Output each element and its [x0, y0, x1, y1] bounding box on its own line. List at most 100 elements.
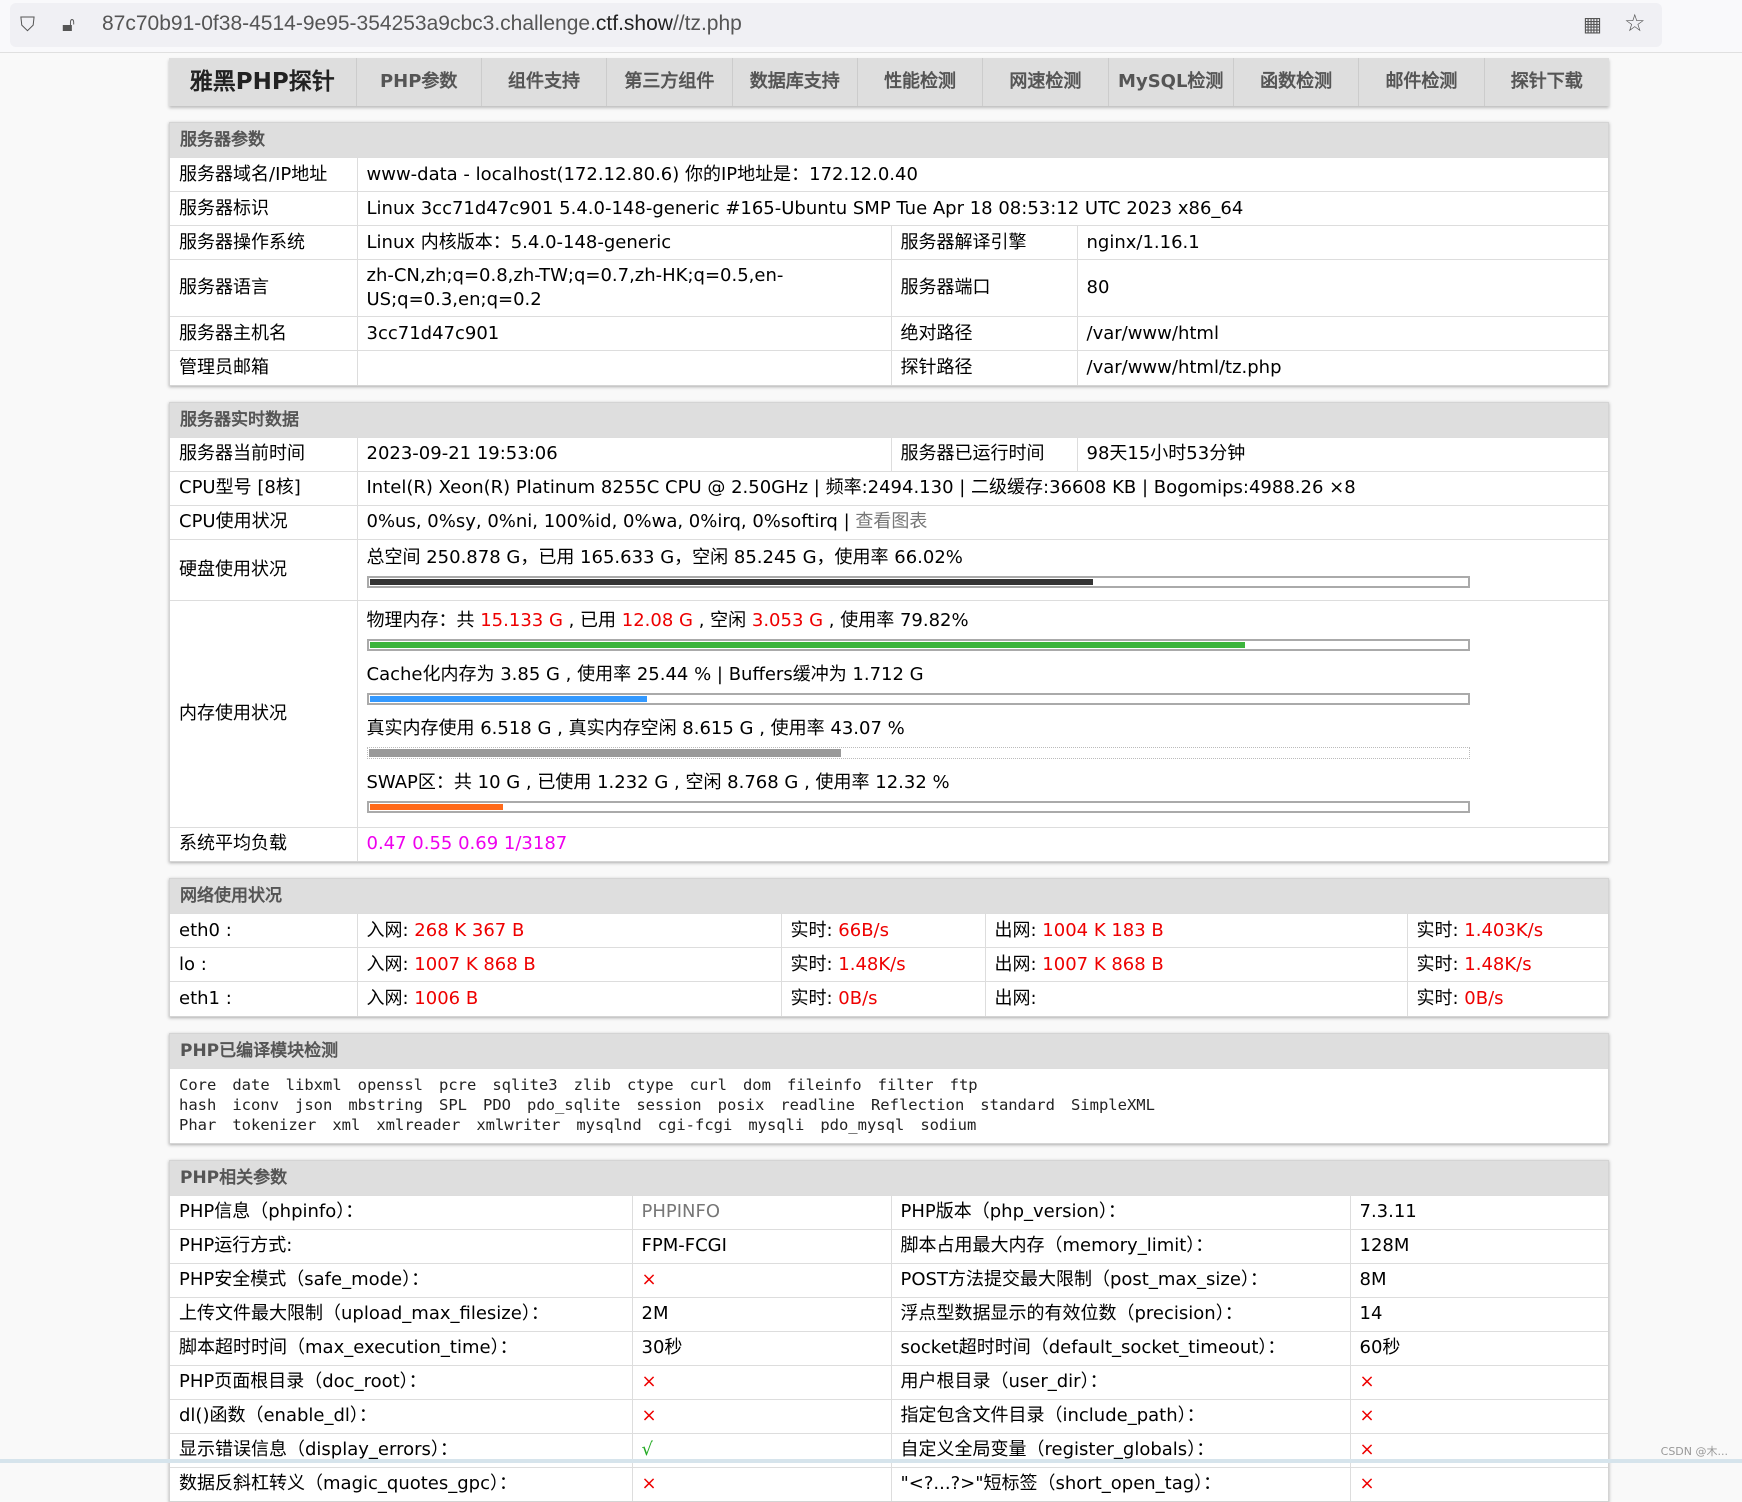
nav-item[interactable]: 网速检测 — [983, 58, 1108, 106]
module-name: libxml — [286, 1076, 342, 1094]
module-name: ctype — [627, 1076, 674, 1094]
nav-item[interactable]: 邮件检测 — [1359, 58, 1484, 106]
brand-logo[interactable]: 雅黑PHP探针 — [169, 58, 357, 106]
bookmark-star-icon[interactable]: ☆ — [1624, 9, 1646, 37]
swap-progress-fill — [370, 804, 503, 810]
table-row: PHP安全模式（safe_mode）：×POST方法提交最大限制（post_ma… — [170, 1263, 1608, 1297]
module-name: dom — [743, 1076, 771, 1094]
module-name: mysqli — [748, 1116, 804, 1134]
label: CPU使用状况 — [170, 505, 357, 539]
nav-item[interactable]: 函数检测 — [1234, 58, 1359, 106]
memory-progress-bar — [367, 639, 1470, 651]
table-row: 服务器语言zh-CN,zh;q=0.8,zh-TW;q=0.7,zh-HK;q=… — [170, 260, 1608, 317]
server-params-section: 服务器参数 服务器域名/IP地址www-data - localhost(172… — [169, 122, 1609, 386]
module-name: pcre — [439, 1076, 476, 1094]
label: 脚本占用最大内存（memory_limit）： — [891, 1229, 1350, 1263]
net-in_rt: 实时: 0B/s — [781, 982, 985, 1016]
label: 出网: — [995, 954, 1043, 975]
nav-item[interactable]: PHP参数 — [357, 58, 482, 106]
module-name: pdo_mysql — [820, 1116, 904, 1134]
table-row: CPU型号 [8核]Intel(R) Xeon(R) Platinum 8255… — [170, 471, 1608, 505]
label: 管理员邮箱 — [170, 351, 357, 385]
value: 1.48K/s — [838, 954, 905, 975]
table-row: lo :入网: 1007 K 868 B 实时: 1.48K/s 出网: 1007 … — [170, 948, 1608, 982]
module-line: Phartokenizerxmlxmlreaderxmlwritermysqln… — [179, 1115, 1599, 1135]
label: PHP版本（php_version）： — [891, 1195, 1350, 1229]
module-name: xmlwriter — [476, 1116, 560, 1134]
value: × — [632, 1365, 891, 1399]
label: PHP信息（phpinfo）： — [170, 1195, 632, 1229]
net-out_rt: 实时: 1.403K/s — [1407, 914, 1608, 948]
value — [357, 351, 891, 385]
label: 服务器操作系统 — [170, 226, 357, 260]
module-name: readline — [780, 1096, 855, 1114]
real-memory-text: 真实内存使用 6.518 G , 真实内存空闲 8.615 G , 使用率 43… — [367, 717, 1600, 741]
disk-usage: 总空间 250.878 G，已用 165.633 G，空闲 85.245 G，使… — [357, 539, 1608, 600]
module-name: curl — [690, 1076, 727, 1094]
value: 1007 K 868 B — [414, 954, 535, 975]
value: /var/www/html/tz.php — [1077, 351, 1608, 385]
table-row: PHP运行方式:FPM-FCGI脚本占用最大内存（memory_limit）：1… — [170, 1229, 1608, 1263]
table-row: PHP信息（phpinfo）：PHPINFOPHP版本（php_version）… — [170, 1195, 1608, 1229]
interface-name: lo : — [170, 948, 357, 982]
table-row: 上传文件最大限制（upload_max_filesize）：2M浮点型数据显示的… — [170, 1297, 1608, 1331]
module-name: xml — [332, 1116, 360, 1134]
module-name: PDO — [483, 1096, 511, 1114]
nav-item[interactable]: 探针下载 — [1485, 58, 1609, 106]
value: 60秒 — [1350, 1331, 1608, 1365]
module-name: session — [636, 1096, 701, 1114]
label: dl()函数（enable_dl）： — [170, 1399, 632, 1433]
label: 服务器语言 — [170, 260, 357, 317]
value: 30秒 — [632, 1331, 891, 1365]
insecure-lock-icon[interactable]: 🔓︎ — [62, 12, 75, 36]
physical-memory-text: 物理内存：共 15.133 G , 已用 12.08 G , 空闲 3.053 … — [367, 609, 1600, 633]
memory-progress-fill — [370, 642, 1245, 648]
value: 0B/s — [1464, 988, 1503, 1009]
value: nginx/1.16.1 — [1077, 226, 1608, 260]
value: www-data - localhost(172.12.80.6) 你的IP地址… — [357, 158, 1608, 192]
value: Linux 内核版本：5.4.0-148-generic — [357, 226, 891, 260]
module-name: sodium — [920, 1116, 976, 1134]
nav-item[interactable]: 性能检测 — [858, 58, 983, 106]
value[interactable]: PHPINFO — [632, 1195, 891, 1229]
load-average: 0.47 0.55 0.69 1/3187 — [357, 827, 1608, 861]
shield-icon[interactable]: ⛉ — [20, 12, 35, 36]
label: 实时: — [791, 954, 839, 975]
url-text[interactable]: 87c70b91-0f38-4514-9e95-354253a9cbc3.cha… — [102, 12, 742, 36]
module-name: xmlreader — [376, 1116, 460, 1134]
net-in: 入网: 1007 K 868 B — [357, 948, 781, 982]
label: 上传文件最大限制（upload_max_filesize）： — [170, 1297, 632, 1331]
value: 7.3.11 — [1350, 1195, 1608, 1229]
view-chart-link[interactable]: 查看图表 — [855, 511, 927, 532]
table-row: 服务器操作系统Linux 内核版本：5.4.0-148-generic服务器解译… — [170, 226, 1608, 260]
table-row: 系统平均负载0.47 0.55 0.69 1/3187 — [170, 827, 1608, 861]
label: socket超时时间（default_socket_timeout）： — [891, 1331, 1350, 1365]
value: 1006 B — [414, 988, 478, 1009]
label: 实时: — [1417, 920, 1465, 941]
cpu-usage: 0%us, 0%sy, 0%ni, 100%id, 0%wa, 0%irq, 0… — [357, 505, 1608, 539]
nav-item[interactable]: 组件支持 — [482, 58, 607, 106]
label: 实时: — [791, 920, 839, 941]
label: 服务器端口 — [891, 260, 1077, 317]
label: 绝对路径 — [891, 317, 1077, 351]
nav-item[interactable]: 第三方组件 — [607, 58, 732, 106]
module-name: iconv — [232, 1096, 279, 1114]
realtime-section: 服务器实时数据 服务器当前时间2023-09-21 19:53:06服务器已运行… — [169, 402, 1609, 863]
table-row: dl()函数（enable_dl）：×指定包含文件目录（include_path… — [170, 1399, 1608, 1433]
module-name: Phar — [179, 1116, 216, 1134]
value: 8M — [1350, 1263, 1608, 1297]
nav-item[interactable]: 数据库支持 — [733, 58, 858, 106]
table-row: 硬盘使用状况总空间 250.878 G，已用 165.633 G，空闲 85.2… — [170, 539, 1608, 600]
value: × — [632, 1263, 891, 1297]
nav-item[interactable]: MySQL检测 — [1109, 58, 1234, 106]
net-out: 出网: 1004 K 183 B — [985, 914, 1407, 948]
label: 探针路径 — [891, 351, 1077, 385]
value: 3cc71d47c901 — [357, 317, 891, 351]
module-name: sqlite3 — [492, 1076, 557, 1094]
memory-usage: 物理内存：共 15.133 G , 已用 12.08 G , 空闲 3.053 … — [357, 600, 1608, 827]
module-name: hash — [179, 1096, 216, 1114]
label: PHP运行方式: — [170, 1229, 632, 1263]
label: PHP页面根目录（doc_root）： — [170, 1365, 632, 1399]
qr-code-icon[interactable]: ▦ — [1583, 12, 1602, 36]
label: 服务器域名/IP地址 — [170, 158, 357, 192]
